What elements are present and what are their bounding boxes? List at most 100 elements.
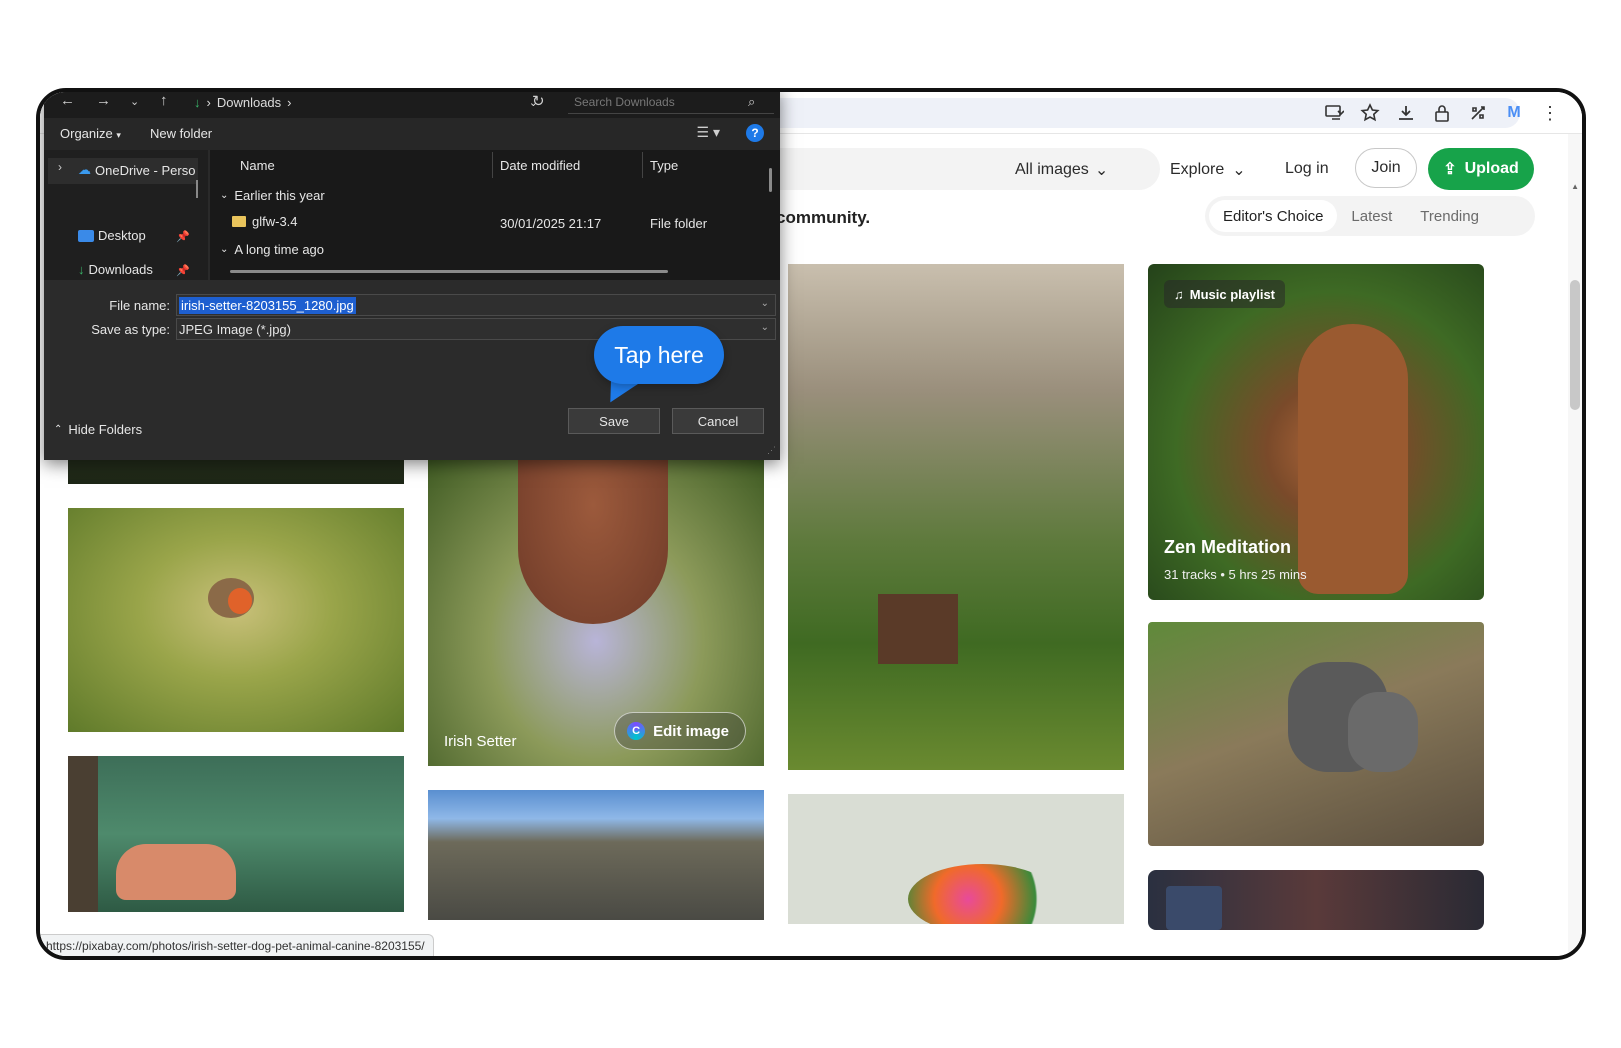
- group-label: Earlier this year: [234, 188, 325, 203]
- vertical-scrollbar[interactable]: [769, 168, 772, 192]
- install-app-icon[interactable]: [1318, 98, 1350, 128]
- column-separator[interactable]: [492, 152, 493, 178]
- nav-item-onedrive[interactable]: ☁ OneDrive - Perso: [78, 162, 195, 178]
- tree-trunk: [68, 756, 98, 912]
- column-header-type[interactable]: Type: [650, 158, 678, 173]
- photo-card-reader-lake[interactable]: [68, 756, 404, 912]
- column-header-date[interactable]: Date modified: [500, 158, 580, 173]
- save-type-label: Save as type:: [91, 322, 170, 337]
- sort-tabs: Editor's Choice Latest Trending: [1205, 196, 1535, 236]
- upload-icon: ⇪: [1443, 161, 1457, 178]
- dialog-command-bar: Organize ▾ New folder ☰ ▾ ?: [44, 118, 780, 150]
- pin-icon[interactable]: 📌: [176, 230, 190, 243]
- tab-latest[interactable]: Latest: [1337, 200, 1406, 232]
- recent-locations-chevron-icon[interactable]: ⌄: [130, 95, 139, 108]
- scrollbar-thumb[interactable]: [1570, 280, 1580, 410]
- star-icon[interactable]: [1354, 98, 1386, 128]
- toolbar-icons: M ⋮: [1318, 98, 1566, 128]
- dialog-path-breadcrumb[interactable]: ↓ › Downloads › ⌄: [194, 92, 538, 114]
- group-header-long-ago[interactable]: ⌄ A long time ago: [220, 242, 324, 257]
- tab-trending[interactable]: Trending: [1406, 200, 1493, 232]
- back-arrow-icon[interactable]: ←: [60, 92, 75, 109]
- cancel-button[interactable]: Cancel: [672, 408, 764, 434]
- photo-card-rhinos[interactable]: [1148, 622, 1484, 846]
- music-badge-label: Music playlist: [1189, 286, 1275, 302]
- rhino-small: [1348, 692, 1418, 772]
- file-row-date: 30/01/2025 21:17: [500, 216, 602, 231]
- dialog-search-input[interactable]: Search Downloads: [568, 92, 774, 114]
- profile-initial: M: [1507, 104, 1521, 121]
- nav-item-downloads[interactable]: ↓ Downloads: [78, 262, 153, 277]
- forward-arrow-icon[interactable]: →: [96, 92, 111, 109]
- chevron-up-icon: ⌃: [54, 424, 63, 435]
- playlist-card-zen-meditation[interactable]: ♫ Music playlist Zen Meditation 31 track…: [1148, 264, 1484, 600]
- file-row-name[interactable]: glfw-3.4: [232, 214, 298, 229]
- collapse-chevron-icon: ⌄: [220, 190, 229, 201]
- playlist-card-dark[interactable]: [1148, 870, 1484, 930]
- explore-label: Explore: [1170, 161, 1225, 178]
- desktop-icon: [78, 229, 94, 242]
- photo-card-flowers[interactable]: [788, 794, 1124, 924]
- file-row-type: File folder: [650, 216, 708, 231]
- playlist-thumbnail: [1166, 886, 1222, 930]
- image-type-dropdown[interactable]: All images ⌄: [1015, 160, 1108, 180]
- organize-label: Organize: [60, 126, 113, 141]
- chevron-down-icon: ⌄: [1232, 162, 1246, 179]
- device-frame: M ⋮ All images ⌄ Explore ⌄ Log in Join ⇪…: [36, 88, 1586, 960]
- search-icon[interactable]: ⌕: [748, 94, 755, 110]
- extensions-icon[interactable]: [1462, 98, 1494, 128]
- playlist-title: Zen Meditation: [1164, 537, 1291, 557]
- dialog-file-list: Name Date modified Type ⌄ Earlier this y…: [210, 150, 780, 280]
- photo-card-canyon[interactable]: [428, 790, 764, 920]
- cabin: [878, 594, 958, 664]
- expand-chevron-icon[interactable]: ›: [58, 160, 62, 174]
- dialog-address-row: ← → ⌄ ↑ ↓ › Downloads › ⌄ ↻ Search Downl…: [44, 92, 780, 118]
- photo-card-mountain-cabin[interactable]: [788, 264, 1124, 770]
- flower-bouquet: [908, 864, 1058, 924]
- status-bar-url: https://pixabay.com/photos/irish-setter-…: [40, 934, 434, 956]
- column-separator[interactable]: [642, 152, 643, 178]
- group-header-this-year[interactable]: ⌄ Earlier this year: [220, 188, 325, 203]
- photo-card-irish-setter[interactable]: Irish Setter C Edit image: [428, 454, 764, 766]
- nav-pane-scrollbar[interactable]: [196, 180, 198, 198]
- save-as-dialog: ← → ⌄ ↑ ↓ › Downloads › ⌄ ↻ Search Downl…: [44, 92, 780, 460]
- column-header-name[interactable]: Name: [240, 158, 275, 173]
- edit-image-button[interactable]: C Edit image: [614, 712, 746, 750]
- chevron-down-icon[interactable]: ⌄: [761, 298, 769, 309]
- new-folder-button[interactable]: New folder: [150, 126, 212, 141]
- page-scrollbar[interactable]: ▲: [1568, 134, 1582, 956]
- upload-button[interactable]: ⇪ Upload: [1428, 148, 1534, 190]
- horizontal-scrollbar[interactable]: [230, 270, 668, 273]
- explore-menu[interactable]: Explore ⌄: [1170, 160, 1246, 180]
- pin-icon[interactable]: 📌: [176, 264, 190, 277]
- edit-image-label: Edit image: [653, 722, 729, 740]
- chevron-down-icon[interactable]: ⌄: [761, 322, 769, 333]
- organize-menu[interactable]: Organize ▾: [60, 126, 121, 141]
- file-name-input[interactable]: irish-setter-8203155_1280.jpg ⌄: [176, 294, 776, 316]
- save-button[interactable]: Save: [568, 408, 660, 434]
- lock-icon[interactable]: [1426, 98, 1458, 128]
- tap-here-tooltip: Tap here: [594, 326, 724, 384]
- tab-editors-choice[interactable]: Editor's Choice: [1209, 200, 1338, 232]
- photo-card-robin[interactable]: [68, 508, 404, 732]
- scroll-up-arrow-icon[interactable]: ▲: [1571, 182, 1579, 191]
- playlist-meta: 31 tracks • 5 hrs 25 mins: [1164, 567, 1307, 582]
- join-button[interactable]: Join: [1355, 148, 1417, 188]
- profile-avatar[interactable]: M: [1498, 98, 1530, 128]
- reader-figure: [116, 844, 236, 900]
- download-folder-icon: ↓: [78, 262, 85, 277]
- robin-breast: [228, 588, 252, 614]
- download-icon[interactable]: [1390, 98, 1422, 128]
- refresh-icon[interactable]: ↻: [532, 92, 545, 110]
- hide-folders-toggle[interactable]: ⌃ Hide Folders: [54, 422, 142, 437]
- image-type-label: All images: [1015, 161, 1089, 178]
- help-icon[interactable]: ?: [746, 124, 764, 142]
- file-name-label: File name:: [109, 298, 170, 313]
- login-link[interactable]: Log in: [1285, 160, 1329, 178]
- nav-item-desktop[interactable]: Desktop: [78, 228, 146, 243]
- resize-grip-icon[interactable]: ⋰: [767, 445, 776, 456]
- view-options-icon[interactable]: ☰ ▾: [697, 124, 720, 141]
- up-folder-arrow-icon[interactable]: ↑: [160, 92, 168, 109]
- kebab-menu-icon[interactable]: ⋮: [1534, 98, 1566, 128]
- dog-fur: [518, 454, 668, 624]
